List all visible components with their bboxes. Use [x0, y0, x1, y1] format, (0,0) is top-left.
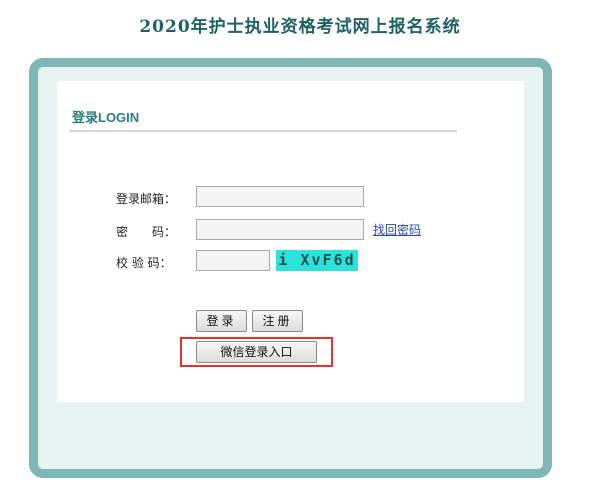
page-title: 2020年护士执业资格考试网上报名系统: [139, 17, 461, 37]
captcha-image[interactable]: i XvF6d: [276, 250, 358, 271]
captcha-input[interactable]: [196, 250, 270, 271]
email-input[interactable]: [196, 186, 364, 207]
email-label: 登录邮箱：: [116, 192, 177, 206]
password-input[interactable]: [196, 219, 364, 240]
login-section-title: 登录LOGIN: [72, 110, 140, 125]
wechat-login-button[interactable]: 微信登录入口: [196, 341, 317, 363]
password-label: 密 码：: [116, 225, 177, 239]
captcha-label: 校 验 码：: [116, 256, 172, 270]
login-button[interactable]: 登录: [196, 310, 247, 332]
section-divider: [69, 130, 457, 132]
forgot-password-link[interactable]: 找回密码: [373, 221, 421, 238]
register-button[interactable]: 注册: [252, 310, 303, 332]
